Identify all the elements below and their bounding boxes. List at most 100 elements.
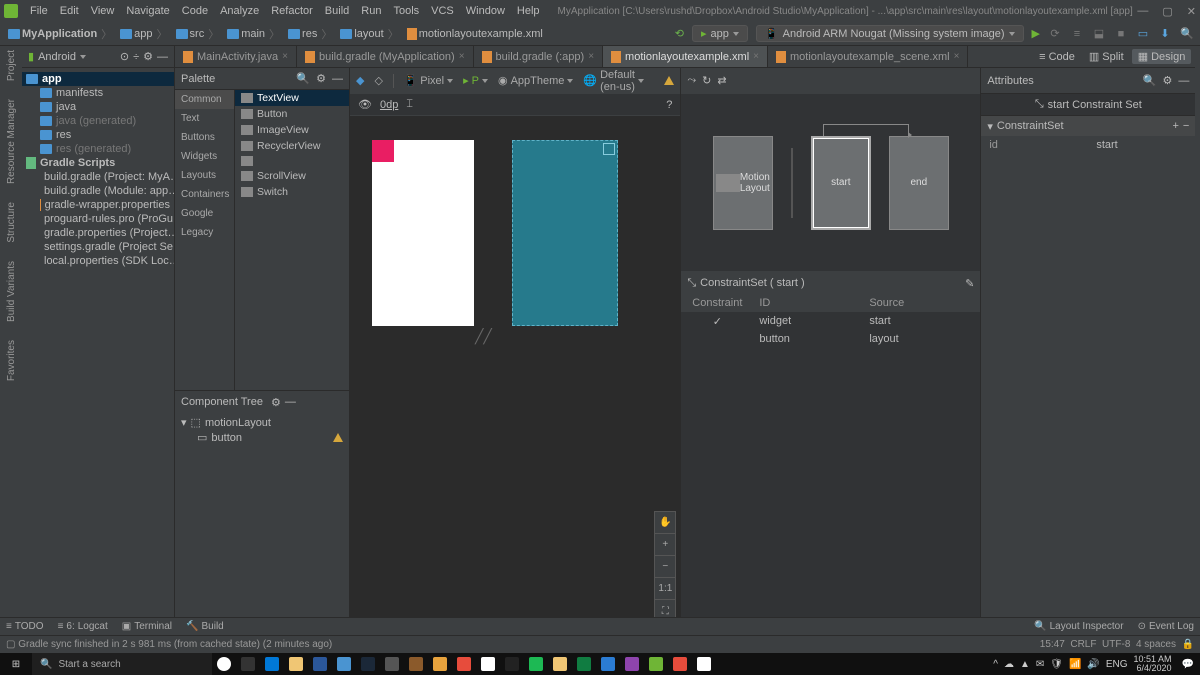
- locale-select[interactable]: 🌐 Default (en-us): [583, 69, 644, 93]
- cycle-icon[interactable]: ↻: [702, 74, 711, 87]
- rail-build-variants[interactable]: Build Variants: [6, 261, 17, 322]
- crumb[interactable]: res〉: [286, 26, 336, 42]
- taskbar-app[interactable]: [692, 653, 716, 675]
- taskbar-app[interactable]: [236, 653, 260, 675]
- crumb[interactable]: main〉: [225, 26, 284, 42]
- palette-item[interactable]: TextView: [235, 90, 349, 106]
- editor-tab[interactable]: motionlayoutexample_scene.xml×: [768, 46, 968, 67]
- theme-select[interactable]: ◉ AppTheme: [498, 74, 573, 87]
- menu-build[interactable]: Build: [319, 5, 355, 17]
- mode-design[interactable]: ▦ Design: [1132, 49, 1192, 64]
- cs-table-row[interactable]: button layout: [681, 330, 980, 348]
- motion-layout-box[interactable]: Motion Layout: [713, 136, 773, 230]
- cs-table-row[interactable]: ✓ widget start: [681, 312, 980, 330]
- menu-refactor[interactable]: Refactor: [265, 5, 319, 17]
- tray-icon[interactable]: ▲: [1020, 659, 1030, 670]
- blueprint-button[interactable]: [603, 143, 615, 155]
- hide-icon[interactable]: —: [332, 73, 343, 85]
- maximize-icon[interactable]: ▢: [1162, 5, 1172, 18]
- help-icon[interactable]: ?: [666, 99, 672, 111]
- project-node[interactable]: build.gradle (Module: app…: [22, 184, 174, 198]
- api-select[interactable]: ▸ P: [463, 74, 488, 87]
- tool-logcat[interactable]: ≡ 6: Logcat: [58, 621, 108, 632]
- palette-category[interactable]: Text: [175, 109, 234, 128]
- warning-icon[interactable]: [664, 76, 674, 85]
- tree-node-motionlayout[interactable]: ▾⬚motionLayout: [179, 415, 345, 430]
- palette-category[interactable]: Containers: [175, 185, 234, 204]
- close-icon[interactable]: ×: [282, 51, 288, 62]
- menu-window[interactable]: Window: [460, 5, 511, 17]
- close-icon[interactable]: ×: [459, 51, 465, 62]
- search-icon[interactable]: 🔍: [1143, 74, 1157, 87]
- project-node[interactable]: gradle.properties (Project…: [22, 226, 174, 240]
- editor-tab[interactable]: motionlayoutexample.xml×: [603, 46, 768, 67]
- project-node[interactable]: build.gradle (Project: MyA…: [22, 170, 174, 184]
- tray-wifi-icon[interactable]: 📶: [1069, 659, 1081, 670]
- close-icon[interactable]: ✕: [1187, 5, 1196, 18]
- status-line[interactable]: 15:47: [1040, 639, 1065, 650]
- mode-split[interactable]: ▥ Split: [1083, 49, 1130, 64]
- menu-code[interactable]: Code: [176, 5, 214, 17]
- taskbar-app[interactable]: [452, 653, 476, 675]
- editor-tab[interactable]: build.gradle (MyApplication)×: [297, 46, 474, 67]
- expand-icon[interactable]: ÷: [133, 51, 139, 63]
- project-node[interactable]: manifests: [22, 86, 174, 100]
- project-node[interactable]: java: [22, 100, 174, 114]
- project-node[interactable]: Gradle Scripts: [22, 156, 174, 170]
- taskbar-app[interactable]: [644, 653, 668, 675]
- attach-icon[interactable]: ⬓: [1092, 27, 1106, 40]
- palette-item[interactable]: ScrollView: [235, 168, 349, 184]
- taskbar-app[interactable]: [356, 653, 380, 675]
- rail-resource-manager[interactable]: Resource Manager: [6, 99, 17, 184]
- zoom-reset-icon[interactable]: 1:1: [655, 578, 675, 600]
- palette-item[interactable]: RecyclerView: [235, 138, 349, 154]
- crumb[interactable]: app〉: [118, 26, 171, 42]
- crumb-file[interactable]: motionlayoutexample.xml: [405, 28, 545, 40]
- taskbar-app[interactable]: [284, 653, 308, 675]
- project-tree[interactable]: appmanifestsjavajava (generated)resres (…: [22, 68, 174, 272]
- status-indent[interactable]: 4 spaces: [1136, 639, 1176, 650]
- status-encoding[interactable]: CRLF: [1070, 639, 1096, 650]
- edit-icon[interactable]: ✎: [965, 277, 974, 290]
- tool-build[interactable]: 🔨 Build: [186, 621, 224, 632]
- taskbar-app[interactable]: [212, 653, 236, 675]
- project-node[interactable]: proguard-rules.pro (ProGu…: [22, 212, 174, 226]
- tool-event-log[interactable]: ⊙ Event Log: [1138, 621, 1194, 632]
- palette-item[interactable]: Button: [235, 106, 349, 122]
- collapse-icon[interactable]: ⊙: [120, 50, 129, 63]
- taskbar-search[interactable]: 🔍 Start a search: [32, 653, 212, 675]
- tree-node-button[interactable]: ▭button: [179, 430, 345, 445]
- gear-icon[interactable]: ⚙: [316, 72, 326, 85]
- menu-navigate[interactable]: Navigate: [120, 5, 175, 17]
- taskbar-app[interactable]: [572, 653, 596, 675]
- status-charset[interactable]: UTF-8: [1102, 639, 1130, 650]
- text-cursor-icon[interactable]: ⌶: [406, 98, 413, 111]
- palette-category[interactable]: Google: [175, 204, 234, 223]
- tray-lang[interactable]: ENG: [1106, 659, 1128, 670]
- chevron-down-icon[interactable]: [80, 55, 86, 59]
- hide-icon[interactable]: —: [285, 396, 296, 408]
- transition-icon[interactable]: ⤳: [687, 74, 696, 87]
- taskbar-app[interactable]: [500, 653, 524, 675]
- palette-category[interactable]: Buttons: [175, 128, 234, 147]
- tool-todo[interactable]: ≡ TODO: [6, 621, 44, 632]
- sync-icon[interactable]: ⟲: [675, 27, 684, 40]
- taskbar-app[interactable]: [404, 653, 428, 675]
- crumb[interactable]: src〉: [174, 26, 224, 42]
- taskbar-app[interactable]: [428, 653, 452, 675]
- menu-analyze[interactable]: Analyze: [214, 5, 265, 17]
- palette-item[interactable]: [235, 154, 349, 168]
- project-node[interactable]: local.properties (SDK Loc…: [22, 254, 174, 268]
- hide-icon[interactable]: —: [157, 51, 168, 63]
- palette-item[interactable]: Switch: [235, 184, 349, 200]
- start-button[interactable]: ⊞: [0, 659, 32, 670]
- device-select[interactable]: 📱 Pixel: [404, 74, 454, 87]
- rail-project[interactable]: Project: [6, 50, 17, 81]
- rail-structure[interactable]: Structure: [6, 202, 17, 243]
- tray-icon[interactable]: ☁: [1004, 659, 1014, 670]
- zoom-in-icon[interactable]: +: [655, 534, 675, 556]
- constraint-end-box[interactable]: end: [889, 136, 949, 230]
- close-icon[interactable]: ×: [954, 51, 960, 62]
- crumb[interactable]: layout〉: [338, 26, 402, 42]
- project-node[interactable]: gradle-wrapper.properties: [22, 198, 174, 212]
